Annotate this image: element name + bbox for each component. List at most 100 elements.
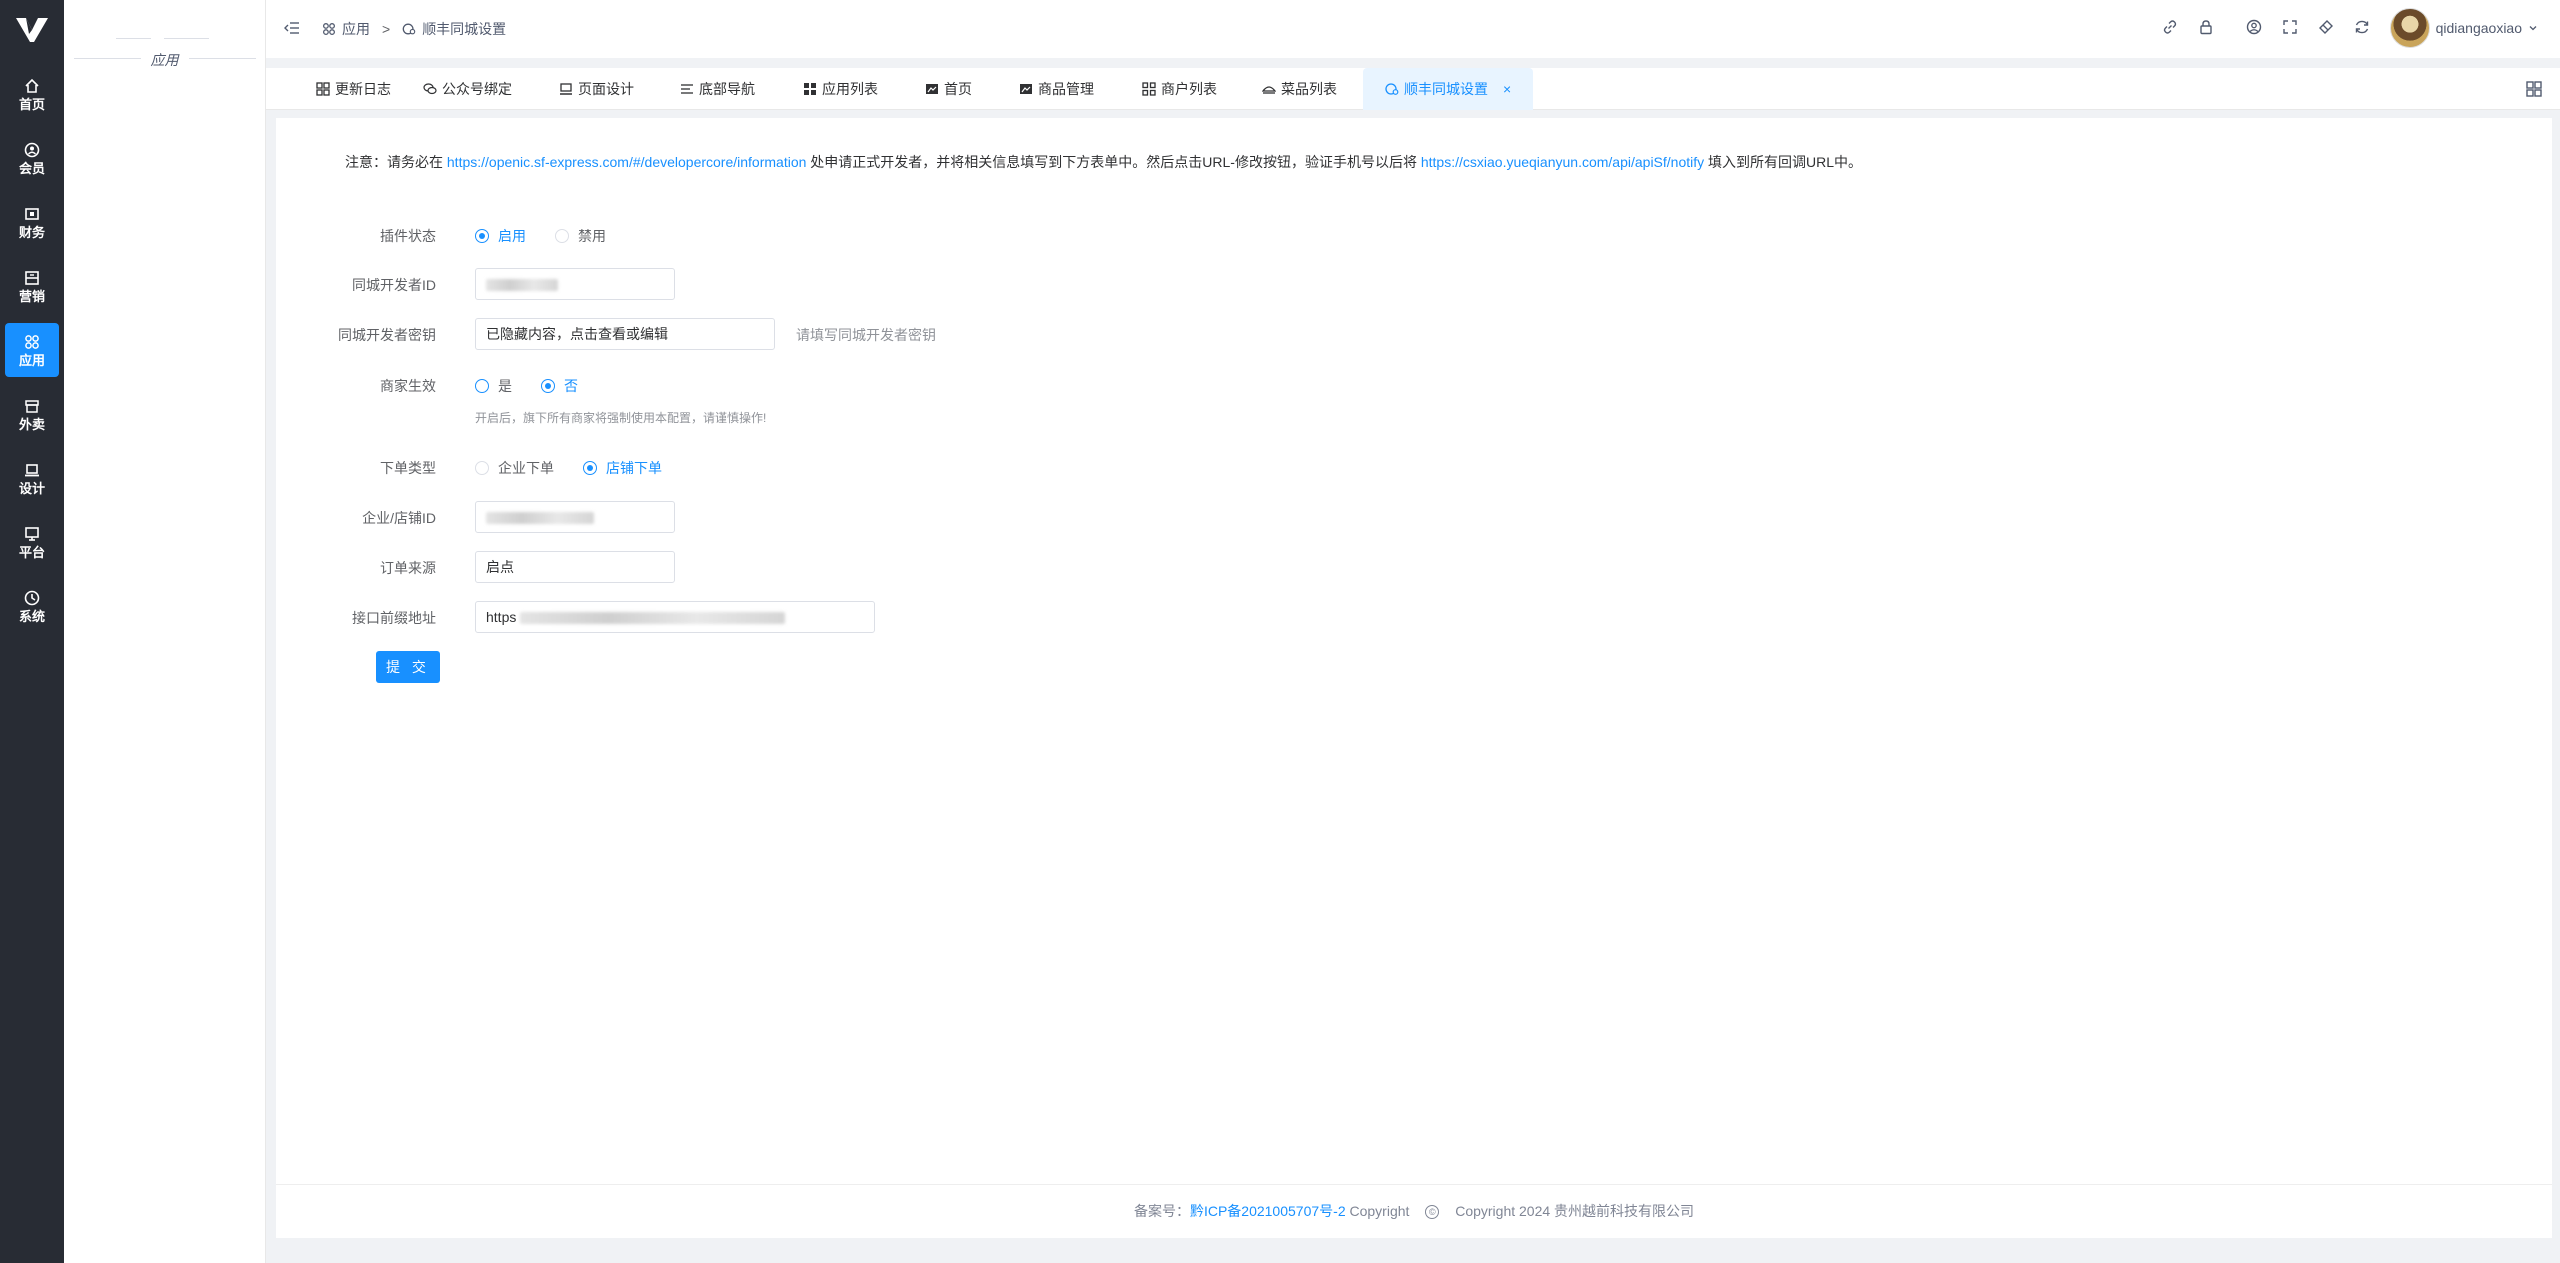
dev-id-input[interactable] <box>475 268 675 300</box>
sidebar-item-label: 营销 <box>18 289 45 304</box>
platform-icon <box>25 527 39 541</box>
sidebar-item-takeaway[interactable]: 外卖 <box>5 387 59 441</box>
tab-merchants[interactable]: 商户列表 <box>1142 68 1217 110</box>
menu-fold-icon[interactable] <box>284 20 300 36</box>
radio-label: 启用 <box>498 228 526 244</box>
order-type-label: 下单类型 <box>380 460 436 476</box>
main-sidebar: 首页 会员 财务 营销 应用 外卖 设计 平台 系统 <box>0 0 64 1263</box>
plugin-status-disable-radio[interactable]: 禁用 <box>555 226 606 246</box>
secondary-sidebar: 应用 <box>64 0 266 1263</box>
lock-icon[interactable] <box>2198 19 2214 35</box>
refresh-icon[interactable] <box>2354 19 2370 35</box>
radio-dot <box>583 461 597 475</box>
tab-label: 底部导航 <box>699 81 755 97</box>
sidebar-item-label: 外卖 <box>18 417 45 432</box>
tab-label: 商品管理 <box>1038 81 1094 97</box>
shop-id-input[interactable] <box>475 501 675 533</box>
sf-developer-link[interactable]: https://openic.sf-express.com/#/develope… <box>447 154 807 170</box>
sidebar-item-member[interactable]: 会员 <box>5 131 59 185</box>
merchant-effect-label: 商家生效 <box>380 378 436 394</box>
tab-app-list[interactable]: 应用列表 <box>803 68 878 110</box>
tab-goods[interactable]: 商品管理 <box>1019 68 1094 110</box>
image-icon <box>926 84 938 94</box>
plugin-status-label: 插件状态 <box>380 228 436 244</box>
radio-dot <box>475 229 489 243</box>
order-source-label: 订单来源 <box>380 560 436 576</box>
radio-label: 企业下单 <box>498 460 554 476</box>
link-icon[interactable] <box>2162 19 2178 35</box>
divider <box>116 38 151 39</box>
merchant-effect-no-radio[interactable]: 否 <box>541 376 578 396</box>
sidebar-item-design[interactable]: 设计 <box>5 451 59 505</box>
member-icon <box>24 142 40 158</box>
sidebar-item-label: 平台 <box>18 545 45 560</box>
submit-button[interactable]: 提 交 <box>376 651 440 683</box>
redacted-value <box>486 512 594 525</box>
system-icon <box>24 590 40 606</box>
notice-prefix: 注意：请务必在 <box>345 154 443 170</box>
notice-middle: 处申请正式开发者，并将相关信息填写到下方表单中。然后点击URL-修改按钮，验证手… <box>810 154 1417 170</box>
chat-icon <box>423 83 437 95</box>
radio-dot <box>475 461 489 475</box>
radio-label: 是 <box>498 378 512 394</box>
user-circle-icon[interactable] <box>2246 19 2262 35</box>
secondary-sidebar-title: 应用 <box>64 50 265 70</box>
api-prefix-input[interactable]: https <box>475 601 875 633</box>
sf-express-icon <box>1385 83 1399 95</box>
sidebar-item-home[interactable]: 首页 <box>5 67 59 121</box>
tab-label: 首页 <box>944 81 972 97</box>
design-icon <box>25 464 39 477</box>
breadcrumb-root[interactable]: 应用 <box>342 19 370 39</box>
sidebar-item-apps[interactable]: 应用 <box>5 323 59 377</box>
tab-sf-settings[interactable]: 顺丰同城设置 × <box>1363 68 1534 110</box>
tab-wechat-bind[interactable]: 公众号绑定 <box>423 68 512 110</box>
sidebar-item-marketing[interactable]: 营销 <box>5 259 59 313</box>
footer-text: 备案号：黔ICP备2021005707号-2 Copyright © Copyr… <box>276 1201 2552 1221</box>
apps-icon <box>25 335 39 349</box>
icp-link[interactable]: 黔ICP备2021005707号-2 <box>1190 1203 1346 1219</box>
order-source-input[interactable]: 启点 <box>475 551 675 583</box>
tab-label: 应用列表 <box>822 81 878 97</box>
top-header: 应用 > 顺丰同城设置 qidiangaoxiao <box>266 0 2560 58</box>
settings-card: 注意：请务必在 https://openic.sf-express.com/#/… <box>276 118 2552 1238</box>
radio-label: 禁用 <box>578 228 606 244</box>
tab-bottom-nav[interactable]: 底部导航 <box>680 68 755 110</box>
takeaway-icon <box>25 400 39 413</box>
order-type-shop-radio[interactable]: 店铺下单 <box>583 458 662 478</box>
user-menu[interactable]: qidiangaoxiao <box>2389 8 2538 48</box>
clear-icon[interactable] <box>2318 19 2334 35</box>
sidebar-item-finance[interactable]: 财务 <box>5 195 59 249</box>
grid-menu-icon[interactable] <box>2526 81 2542 97</box>
sidebar-item-system[interactable]: 系统 <box>5 579 59 633</box>
sidebar-item-label: 首页 <box>18 97 45 112</box>
dev-secret-label: 同城开发者密钥 <box>338 327 436 343</box>
breadcrumb: 应用 > 顺丰同城设置 <box>322 19 506 39</box>
sidebar-item-platform[interactable]: 平台 <box>5 515 59 569</box>
tab-page-design[interactable]: 页面设计 <box>559 68 634 110</box>
plugin-status-enable-radio[interactable]: 启用 <box>475 226 526 246</box>
home-icon <box>25 78 39 93</box>
tab-changelog[interactable]: 更新日志 <box>316 68 391 110</box>
tab-dishes[interactable]: 菜品列表 <box>1262 68 1337 110</box>
copyright-icon: © <box>1425 1205 1440 1220</box>
sidebar-item-label: 设计 <box>18 481 45 496</box>
page-tabs: 更新日志 公众号绑定 页面设计 底部导航 应用列表 首页 商品管理 商户列表 菜… <box>266 68 2560 110</box>
breadcrumb-current: 顺丰同城设置 <box>422 21 507 37</box>
callback-url-link[interactable]: https://csxiao.yueqianyun.com/api/apiSf/… <box>1421 154 1704 170</box>
header-toolbar <box>2142 19 2370 35</box>
sidebar-item-label: 系统 <box>18 609 45 624</box>
tab-label: 顺丰同城设置 <box>1404 81 1488 97</box>
dev-secret-input[interactable]: 已隐藏内容，点击查看或编辑 <box>475 318 775 350</box>
notice-text: 注意：请务必在 https://openic.sf-express.com/#/… <box>345 152 1862 172</box>
divider <box>164 38 209 39</box>
merchant-effect-yes-radio[interactable]: 是 <box>475 376 512 396</box>
merchant-effect-help: 开启后，旗下所有商家将强制使用本配置，请谨慎操作! <box>475 411 767 425</box>
copyright-text: Copyright 2024 贵州越前科技有限公司 <box>1455 1203 1695 1219</box>
close-icon[interactable]: × <box>1503 68 1511 110</box>
fullscreen-icon[interactable] <box>2282 19 2298 35</box>
list-icon <box>681 84 693 94</box>
page-footer: 备案号：黔ICP备2021005707号-2 Copyright © Copyr… <box>276 1184 2552 1238</box>
tab-home[interactable]: 首页 <box>925 68 972 110</box>
sidebar-item-label: 会员 <box>18 161 45 176</box>
order-type-enterprise-radio[interactable]: 企业下单 <box>475 458 554 478</box>
